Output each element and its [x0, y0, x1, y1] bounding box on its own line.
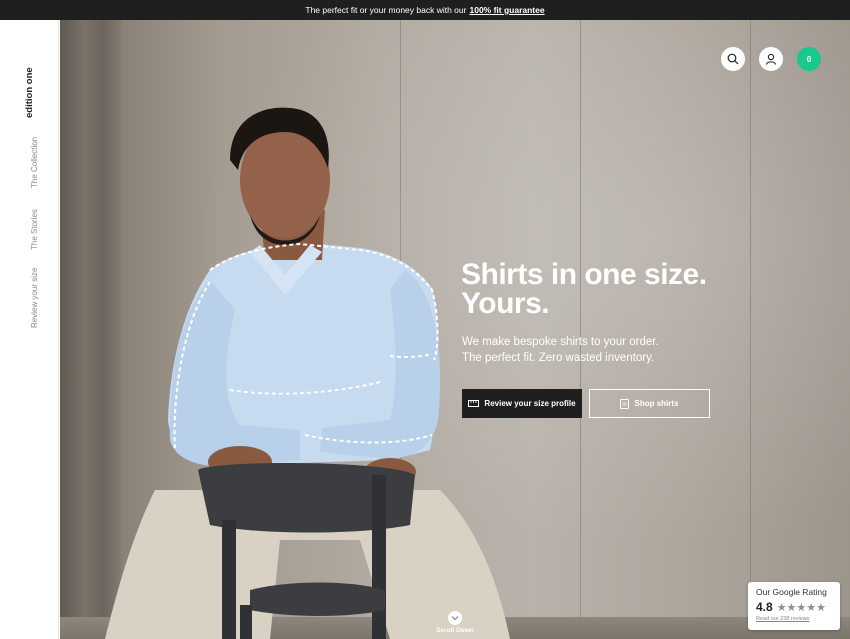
google-rating-widget[interactable]: Our Google Rating 4.8 ★★★★★ Read our 238…	[748, 582, 840, 630]
cart-button[interactable]: 0	[797, 47, 821, 71]
search-icon	[727, 53, 739, 65]
user-icon	[765, 53, 777, 65]
search-button[interactable]	[721, 47, 745, 71]
read-reviews-link[interactable]: Read our 238 reviews	[756, 616, 832, 622]
shop-shirts-button[interactable]: Shop shirts	[589, 389, 710, 418]
rating-score: 4.8	[756, 600, 773, 614]
shirt-icon	[620, 398, 630, 409]
star-rating-icon: ★★★★★	[776, 601, 826, 614]
hero-headline: Shirts in one size. Yours.	[461, 258, 707, 320]
hero-subtitle: We make bespoke shirts to your order. Th…	[462, 334, 659, 366]
review-size-profile-label: Review your size profile	[484, 399, 576, 408]
cart-count-badge: 0	[806, 54, 812, 64]
sidebar-item-review-size[interactable]: Review your size	[30, 268, 39, 328]
sidebar-item-collection[interactable]: The Collection	[30, 137, 39, 188]
chevron-down-icon	[448, 611, 462, 625]
tape-measure-icon	[468, 400, 480, 407]
sidebar: edition one The Collection The Stories R…	[0, 20, 59, 639]
hero-section: 0 Shirts in one size. Yours. We make bes…	[60, 20, 850, 639]
headline-line-1: Shirts in one size.	[461, 258, 707, 291]
hero-model-image	[105, 107, 510, 639]
rating-title: Our Google Rating	[756, 587, 827, 597]
headline-line-2: Yours.	[461, 287, 550, 320]
shop-shirts-label: Shop shirts	[634, 399, 679, 408]
scroll-down-label: Scroll Down	[436, 627, 474, 634]
account-button[interactable]	[759, 47, 783, 71]
announcement-bar: The perfect fit or your money back with …	[0, 0, 850, 20]
scroll-down-button[interactable]: Scroll Down	[430, 611, 480, 634]
subtitle-line-1: We make bespoke shirts to your order.	[462, 336, 659, 348]
sidebar-item-stories[interactable]: The Stories	[30, 209, 39, 250]
announcement-text: The perfect fit or your money back with …	[305, 5, 467, 15]
fit-guarantee-link[interactable]: 100% fit guarantee	[469, 5, 544, 15]
brand-logo[interactable]: edition one	[24, 67, 35, 118]
subtitle-line-2: The perfect fit. Zero wasted inventory.	[462, 352, 655, 364]
review-size-profile-button[interactable]: Review your size profile	[462, 389, 582, 418]
